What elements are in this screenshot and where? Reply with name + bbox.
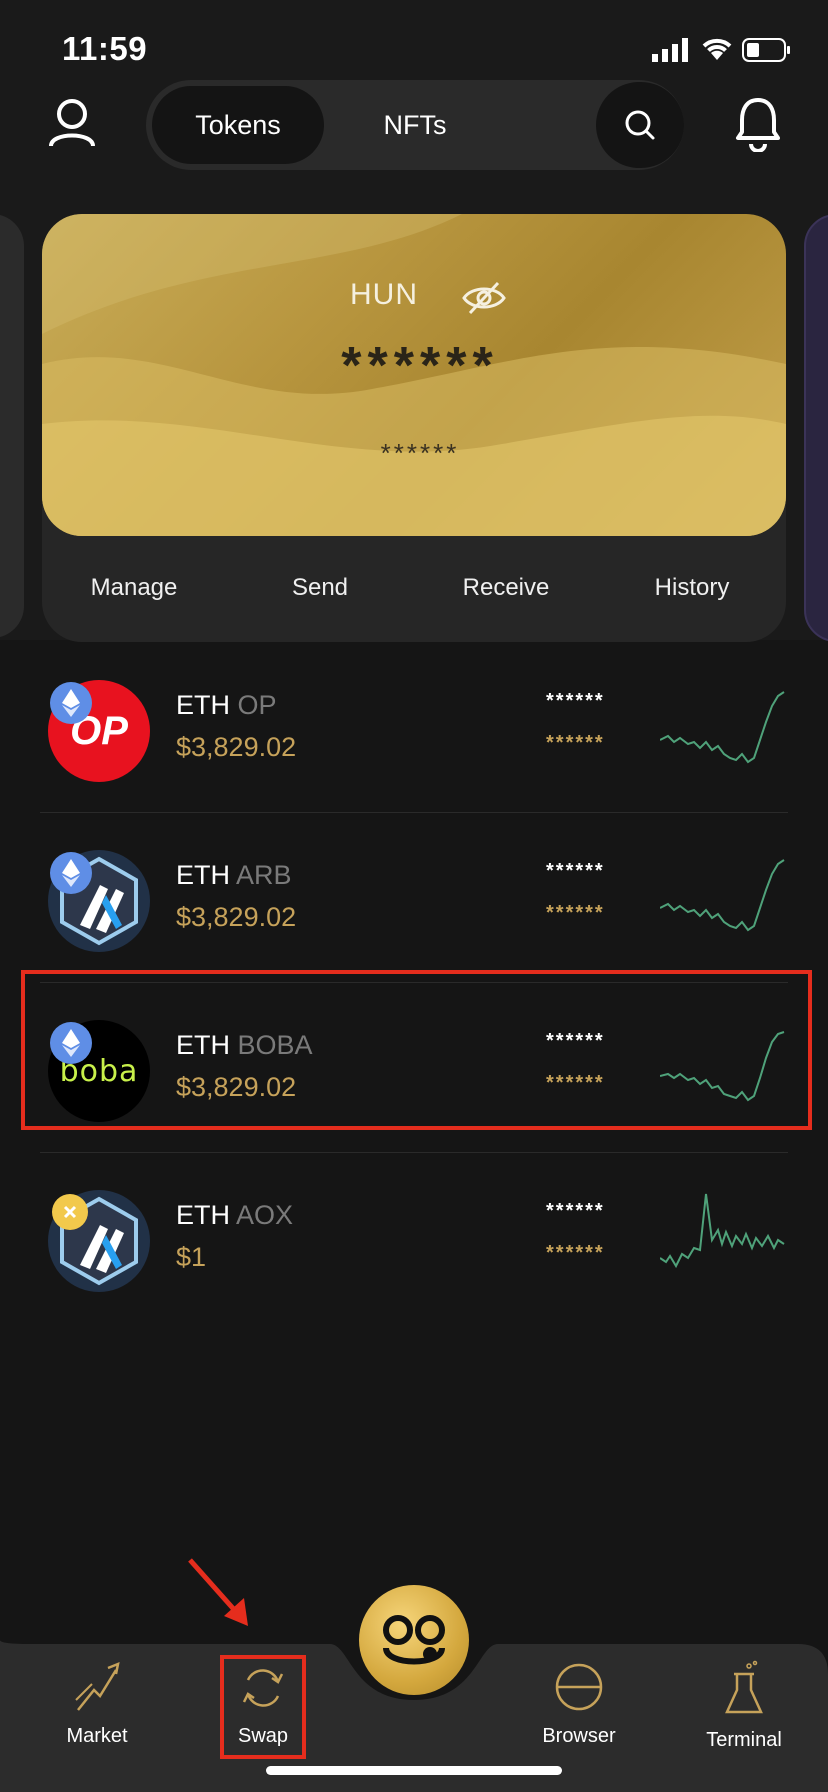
token-balance: ****** xyxy=(546,1200,605,1222)
history-button[interactable]: History xyxy=(622,574,762,602)
search-icon xyxy=(625,110,655,140)
home-logo-button[interactable] xyxy=(359,1585,469,1695)
terminal-icon xyxy=(725,1660,763,1714)
swap-highlight-box xyxy=(220,1655,306,1759)
token-balance: ****** xyxy=(546,860,605,882)
wallet-balance: ****** xyxy=(341,337,499,395)
tab-tokens[interactable]: Tokens xyxy=(152,86,324,164)
x-badge-icon xyxy=(52,1194,88,1230)
nav-label: Terminal xyxy=(706,1729,782,1751)
token-name: ETH OP xyxy=(176,690,277,721)
price-sparkline xyxy=(660,1193,785,1269)
status-time: 11:59 xyxy=(62,30,148,67)
nav-market[interactable]: Market xyxy=(37,1660,157,1748)
token-balance: ****** xyxy=(546,690,605,712)
token-value: ****** xyxy=(546,1242,605,1264)
previous-card[interactable] xyxy=(0,214,24,638)
nav-label: Market xyxy=(66,1725,128,1747)
wallet-name: HUN xyxy=(350,278,418,311)
tab-nfts[interactable]: NFTs xyxy=(340,86,490,164)
token-price: $3,829.02 xyxy=(176,902,297,932)
token-name: ETH ARB xyxy=(176,860,292,891)
signal-icon xyxy=(652,38,692,67)
token-symbol: ETH xyxy=(176,1200,230,1230)
home-indicator[interactable] xyxy=(266,1766,562,1775)
wifi-icon xyxy=(700,36,734,67)
row-divider xyxy=(40,1152,788,1153)
bell-icon[interactable] xyxy=(734,96,782,157)
next-card[interactable] xyxy=(804,214,828,642)
eth-badge-icon xyxy=(50,682,92,724)
price-sparkline xyxy=(660,691,785,764)
highlight-box xyxy=(21,970,812,1130)
token-value: ****** xyxy=(546,732,605,754)
eth-badge-icon xyxy=(50,852,92,894)
receive-button[interactable]: Receive xyxy=(436,574,576,602)
search-button[interactable] xyxy=(596,82,684,168)
token-name: ETH AOX xyxy=(176,1200,293,1231)
profile-icon[interactable] xyxy=(48,98,96,153)
token-symbol: ETH xyxy=(176,860,230,890)
wallet-sub-balance: ****** xyxy=(380,438,460,468)
browser-icon xyxy=(555,1663,603,1711)
token-price: $1 xyxy=(176,1242,207,1272)
nav-browser[interactable]: Browser xyxy=(519,1660,639,1748)
battery-icon xyxy=(742,38,792,67)
token-symbol: ETH xyxy=(176,690,230,720)
token-chain: AOX xyxy=(236,1200,294,1230)
token-chain: OP xyxy=(237,690,277,720)
price-sparkline xyxy=(660,859,785,932)
market-icon xyxy=(75,1661,120,1711)
eye-off-icon[interactable] xyxy=(462,280,506,321)
token-value: ****** xyxy=(546,902,605,924)
row-divider xyxy=(40,812,788,813)
manage-button[interactable]: Manage xyxy=(64,574,204,602)
brand-logo-icon xyxy=(383,1615,445,1665)
token-chain: ARB xyxy=(236,860,292,890)
token-price: $3,829.02 xyxy=(176,732,297,762)
nav-label: Browser xyxy=(542,1725,616,1747)
nav-terminal[interactable]: Terminal xyxy=(684,1660,804,1752)
send-button[interactable]: Send xyxy=(250,574,390,602)
